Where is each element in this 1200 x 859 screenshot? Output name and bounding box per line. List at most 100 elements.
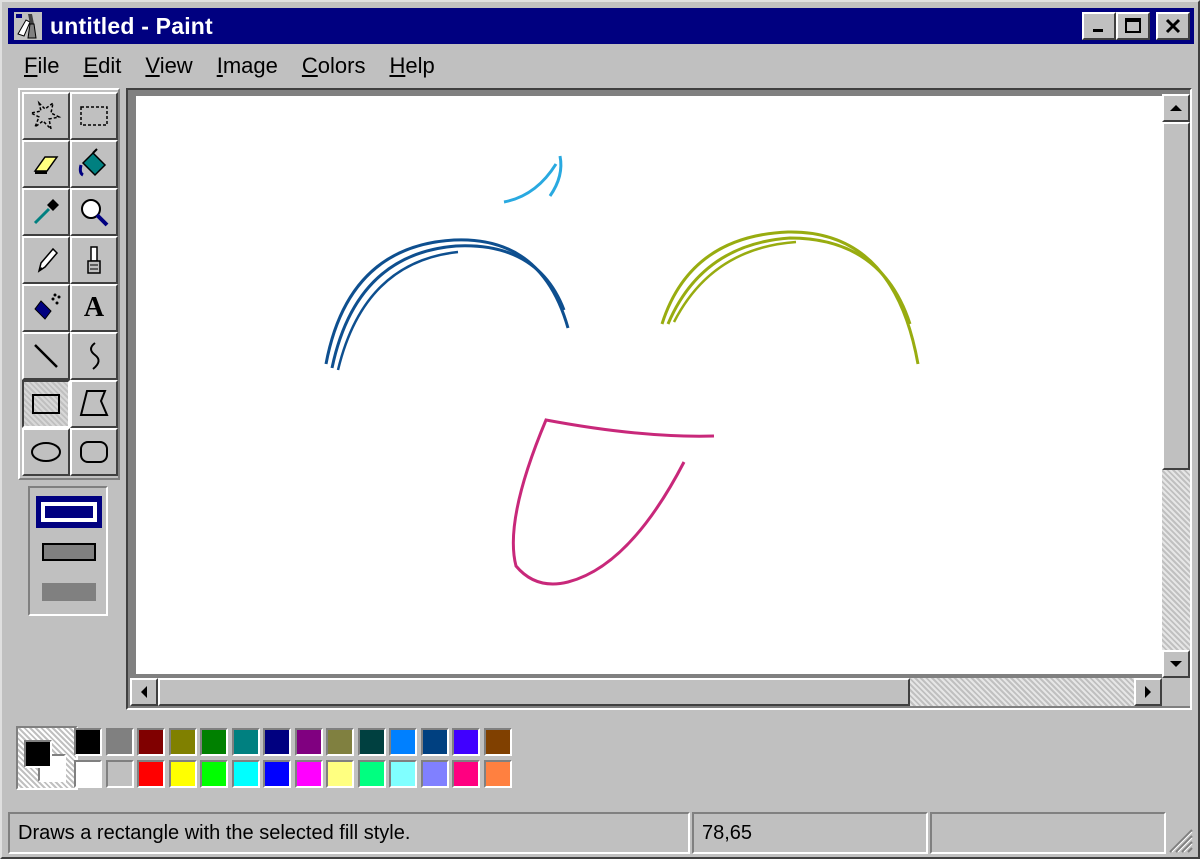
current-colors[interactable] [16, 726, 78, 790]
tool-free-form-select[interactable] [22, 92, 70, 140]
tool-pencil[interactable] [22, 236, 70, 284]
palette-swatch[interactable] [326, 760, 354, 788]
horizontal-scrollbar[interactable] [130, 678, 1162, 706]
outline-rect-icon [41, 502, 97, 522]
close-icon [1165, 18, 1181, 34]
tool-airbrush[interactable] [22, 284, 70, 332]
maximize-icon [1125, 18, 1141, 33]
palette-swatch[interactable] [200, 760, 228, 788]
fill-only-rect-icon [42, 583, 96, 601]
palette-swatch[interactable] [74, 728, 102, 756]
palette-swatch[interactable] [420, 760, 449, 788]
fill-style-fill-only[interactable] [36, 576, 102, 608]
tool-eraser[interactable] [22, 140, 70, 188]
eraser-icon [33, 156, 59, 174]
palette-swatch[interactable] [168, 728, 197, 756]
tool-ellipse[interactable] [22, 428, 70, 476]
tool-curve[interactable] [70, 332, 118, 380]
palette-swatch[interactable] [357, 760, 386, 788]
line-icon [34, 344, 58, 368]
ellipse-icon [31, 442, 61, 462]
resize-grip-icon[interactable] [1164, 824, 1194, 854]
menu-edit-mnemonic: E [83, 53, 99, 78]
palette-swatch[interactable] [137, 760, 165, 788]
scroll-left-button[interactable] [130, 678, 158, 706]
magnifier-icon [81, 199, 109, 227]
tool-rounded-rectangle[interactable] [70, 428, 118, 476]
palette-swatch[interactable] [326, 728, 354, 756]
tool-text[interactable]: A [70, 284, 118, 332]
tool-line[interactable] [22, 332, 70, 380]
menu-image-label: mage [222, 53, 278, 78]
palette-swatch[interactable] [105, 728, 134, 756]
vertical-scroll-thumb[interactable] [1162, 122, 1190, 470]
menu-help[interactable]: Help [377, 53, 446, 79]
curve-icon [90, 342, 100, 370]
menu-edit[interactable]: Edit [71, 53, 133, 79]
menu-file[interactable]: File [12, 53, 71, 79]
menu-bar: File Edit View Image Colors Help [12, 48, 447, 84]
palette-swatch[interactable] [263, 760, 291, 788]
outline-fill-rect-icon [42, 543, 96, 561]
fill-bucket-icon [78, 148, 107, 177]
palette-swatch[interactable] [231, 728, 260, 756]
palette-swatch[interactable] [452, 728, 480, 756]
scroll-right-button[interactable] [1134, 678, 1162, 706]
drawing-canvas[interactable] [136, 96, 1162, 674]
fill-style-outline[interactable] [36, 496, 102, 528]
arrow-left-icon [141, 686, 147, 698]
tool-select[interactable] [70, 92, 118, 140]
palette-swatch[interactable] [452, 760, 480, 788]
palette-swatch[interactable] [200, 728, 228, 756]
menu-colors-label: olors [317, 53, 366, 78]
tool-brush[interactable] [70, 236, 118, 284]
menu-edit-label: dit [98, 53, 122, 78]
palette-swatch[interactable] [137, 728, 165, 756]
palette-swatch[interactable] [483, 760, 512, 788]
palette-swatch[interactable] [420, 728, 449, 756]
menu-image[interactable]: Image [205, 53, 290, 79]
close-button[interactable] [1156, 12, 1190, 40]
menu-colors[interactable]: Colors [290, 53, 378, 79]
fill-style-outline-fill[interactable] [36, 536, 102, 568]
tool-fill-with-color[interactable] [70, 140, 118, 188]
palette-swatch[interactable] [483, 728, 512, 756]
scroll-down-button[interactable] [1162, 650, 1190, 678]
palette-swatch[interactable] [263, 728, 291, 756]
menu-view-mnemonic: V [145, 53, 160, 78]
blue-arc-stroke-2 [330, 244, 566, 369]
palette-swatch[interactable] [74, 760, 102, 788]
vertical-scrollbar[interactable] [1162, 94, 1190, 678]
paint-window: untitled - Paint File Edit View Image Co… [0, 0, 1200, 859]
status-size [930, 812, 1166, 854]
minimize-icon [1093, 29, 1103, 32]
select-icon [80, 106, 108, 126]
status-bar: Draws a rectangle with the selected fill… [8, 812, 1194, 854]
palette-swatch[interactable] [294, 728, 323, 756]
cyan-stroke-2 [548, 155, 563, 197]
tool-polygon[interactable] [70, 380, 118, 428]
status-coordinates: 78,65 [692, 812, 928, 854]
menu-view[interactable]: View [133, 53, 204, 79]
tool-magnifier[interactable] [70, 188, 118, 236]
palette-swatch[interactable] [231, 760, 260, 788]
horizontal-scroll-thumb[interactable] [158, 678, 910, 706]
scroll-up-button[interactable] [1162, 94, 1190, 122]
foreground-color[interactable] [24, 740, 52, 768]
tool-rectangle[interactable] [22, 380, 70, 428]
palette-swatch[interactable] [357, 728, 386, 756]
minimize-button[interactable] [1082, 12, 1116, 40]
palette-swatch[interactable] [294, 760, 323, 788]
arrow-right-icon [1145, 686, 1151, 698]
menu-colors-mnemonic: C [301, 53, 318, 78]
palette-swatch[interactable] [389, 728, 417, 756]
title-bar[interactable]: untitled - Paint [8, 8, 1194, 44]
paint-app-icon[interactable] [12, 10, 44, 42]
maximize-button[interactable] [1116, 12, 1150, 40]
palette-swatch[interactable] [389, 760, 417, 788]
palette-swatch[interactable] [105, 760, 134, 788]
palette-swatch[interactable] [168, 760, 197, 788]
arrow-up-icon [1170, 105, 1182, 111]
canvas-workspace [126, 88, 1192, 710]
tool-pick-color[interactable] [22, 188, 70, 236]
